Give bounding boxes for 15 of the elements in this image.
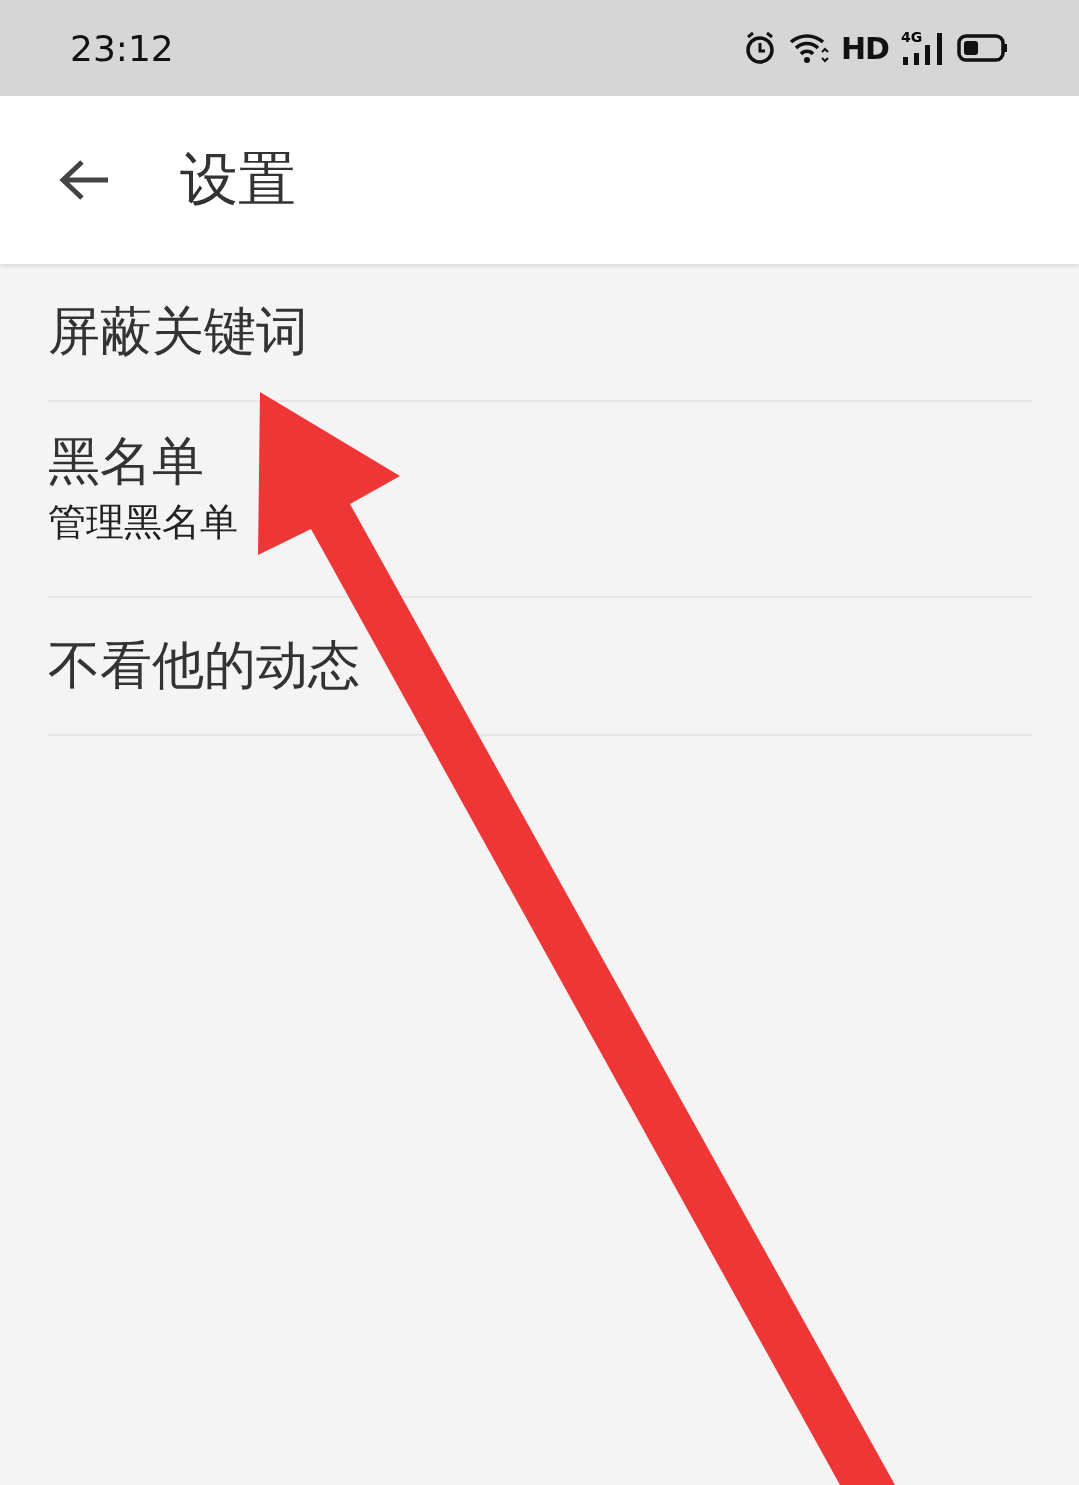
status-time: 23:12 (70, 27, 174, 69)
hd-label: HD (841, 30, 889, 66)
item-title: 不看他的动态 (48, 633, 361, 697)
item-title: 屏蔽关键词 (48, 300, 309, 363)
settings-item[interactable]: 屏蔽关键词 (48, 264, 1032, 403)
signal-icon (901, 33, 945, 65)
back-button[interactable] (58, 158, 110, 202)
wifi-icon (789, 32, 829, 64)
alarm-icon (743, 31, 777, 65)
back-icon (58, 158, 110, 202)
page-title: 设置 (180, 144, 296, 215)
network-label: 4G (901, 29, 923, 45)
battery-icon (957, 33, 1009, 63)
item-title: 黑名单 (48, 430, 205, 493)
item-subtitle: 管理黑名单 (48, 498, 239, 546)
